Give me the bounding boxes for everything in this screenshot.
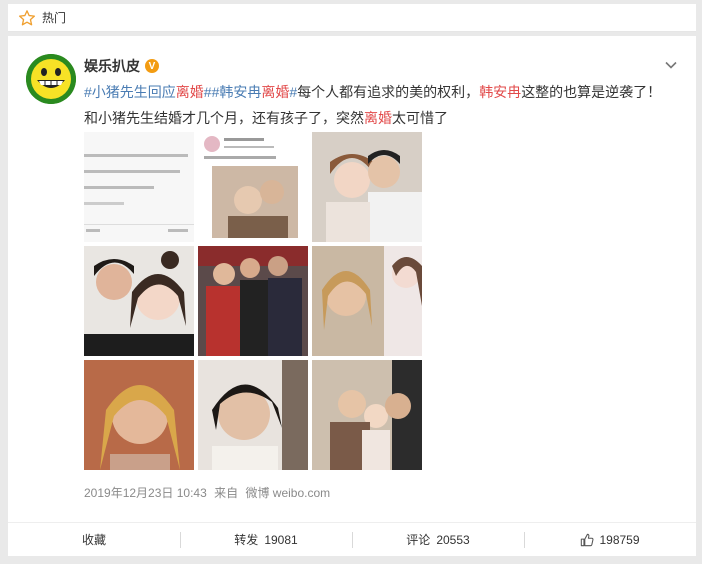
post-meta: 2019年12月23日 10:43 来自 微博 weibo.com xyxy=(84,484,334,501)
post-image[interactable] xyxy=(312,246,422,356)
chevron-down-icon[interactable] xyxy=(664,58,678,72)
author-name[interactable]: 娱乐扒皮 xyxy=(84,56,140,76)
hot-header: 热门 xyxy=(8,4,696,32)
weibo-feed-page: 热门 娱乐扒皮 V #小猪先生回应离婚##韩安冉离婚#每个人都有追求的美的权利，… xyxy=(0,0,702,564)
post-timestamp[interactable]: 2019年12月23日 10:43 xyxy=(84,486,207,500)
verified-badge: V xyxy=(145,59,159,73)
post-text: #小猪先生回应离婚##韩安冉离婚#每个人都有追求的美的权利，韩安冉这整的也算是逆… xyxy=(84,79,684,131)
source-prefix: 来自 xyxy=(214,486,239,500)
repost-button[interactable]: 转发 19081 xyxy=(180,523,352,556)
post-card: 娱乐扒皮 V #小猪先生回应离婚##韩安冉离婚#每个人都有追求的美的权利，韩安冉… xyxy=(8,36,696,522)
comment-button[interactable]: 评论 20553 xyxy=(352,523,524,556)
hashtag-link[interactable]: #韩安冉离婚# xyxy=(212,84,298,100)
like-count: 198759 xyxy=(599,532,640,547)
post-text-line-1: #小猪先生回应离婚##韩安冉离婚#每个人都有追求的美的权利，韩安冉这整的也算是逆… xyxy=(84,84,662,100)
thumbs-up-icon xyxy=(581,533,594,546)
post-image[interactable] xyxy=(84,360,194,470)
post-image[interactable] xyxy=(198,132,308,242)
keyword-highlight[interactable]: 离婚 xyxy=(364,110,392,126)
post-image[interactable] xyxy=(198,360,308,470)
favorite-label: 收藏 xyxy=(81,533,106,547)
repost-count: 19081 xyxy=(264,532,298,547)
post-text-line-2: 和小猪先生结婚才几个月，还有孩子了，突然离婚太可惜了 xyxy=(84,110,448,126)
grinning-face-icon xyxy=(26,54,76,104)
name-highlight[interactable]: 韩安冉 xyxy=(479,84,521,100)
comment-count: 20553 xyxy=(436,532,470,547)
post-image[interactable] xyxy=(312,132,422,242)
avatar[interactable] xyxy=(26,54,76,104)
favorite-button[interactable]: 收藏 xyxy=(8,523,180,556)
post-image[interactable] xyxy=(198,246,308,356)
star-outline-icon xyxy=(18,9,36,25)
post-image[interactable] xyxy=(84,246,194,356)
post-image[interactable] xyxy=(312,360,422,470)
repost-label: 转发 xyxy=(234,533,259,547)
image-grid xyxy=(84,132,422,470)
post-source[interactable]: 微博 weibo.com xyxy=(245,486,330,500)
like-button[interactable]: 198759 xyxy=(524,523,696,556)
author-row: 娱乐扒皮 V xyxy=(84,56,159,76)
comment-label: 评论 xyxy=(406,533,431,547)
action-bar: 收藏 转发 19081 评论 20553 198759 xyxy=(8,522,696,556)
hot-label: 热门 xyxy=(42,11,67,25)
post-image[interactable] xyxy=(84,132,194,242)
hashtag-link[interactable]: #小猪先生回应离婚# xyxy=(84,84,212,100)
